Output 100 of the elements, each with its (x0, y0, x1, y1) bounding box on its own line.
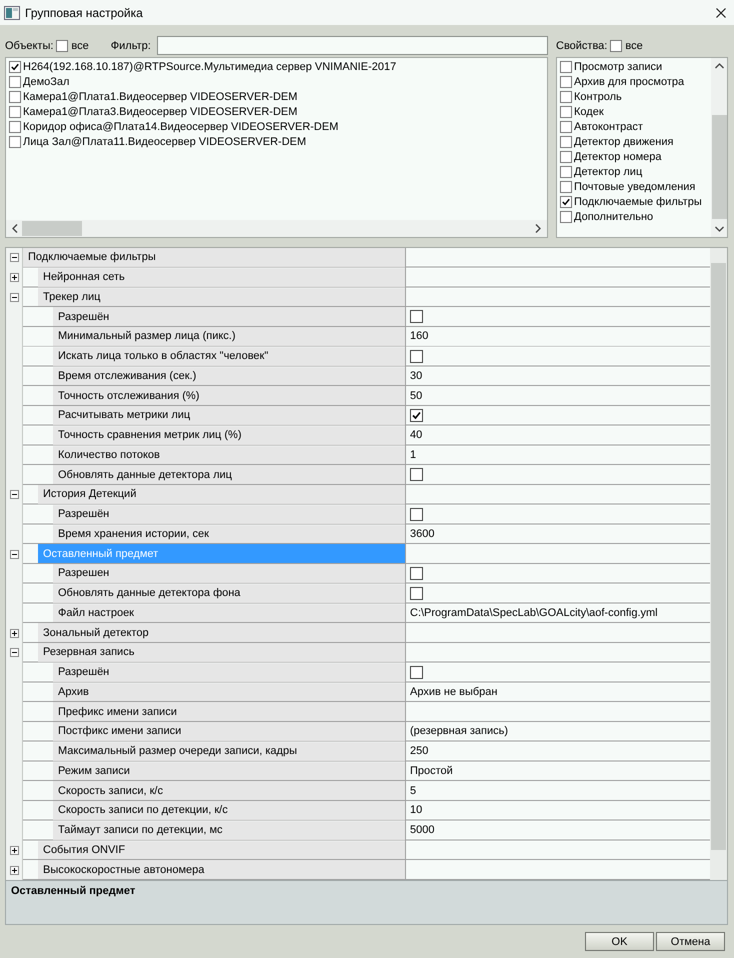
checkbox[interactable] (410, 586, 423, 600)
property-option[interactable]: Кодек (574, 106, 604, 118)
property-name[interactable]: Архив (53, 682, 405, 702)
checkbox[interactable] (410, 310, 423, 324)
minus-icon[interactable] (10, 550, 19, 559)
checkbox[interactable] (560, 196, 572, 208)
chevron-left-icon[interactable] (12, 224, 18, 233)
category-name[interactable]: Высокоскоростные автономера (38, 860, 405, 879)
checkbox[interactable] (9, 136, 21, 148)
category-name[interactable]: Нейронная сеть (38, 268, 405, 286)
checkbox[interactable] (410, 566, 423, 580)
property-value[interactable]: 160 (410, 330, 428, 342)
property-option[interactable]: Контроль (574, 90, 622, 102)
property-name[interactable]: Точность отслеживания (%) (53, 386, 405, 405)
property-name[interactable]: Режим записи (53, 762, 405, 780)
property-value[interactable]: 10 (410, 804, 422, 816)
checkbox[interactable] (610, 40, 622, 52)
object-name[interactable]: Коридор офиса@Плата14.Видеосервер VIDEOSERVER-DEM (23, 120, 338, 132)
vertical-scrollbar[interactable] (710, 248, 727, 880)
checkbox[interactable] (560, 210, 572, 222)
chevron-down-icon[interactable] (714, 226, 724, 232)
property-option[interactable]: Дополнительно (574, 210, 654, 222)
checkbox[interactable] (9, 60, 21, 72)
checkbox[interactable] (560, 76, 572, 88)
property-value[interactable]: 1 (410, 448, 416, 461)
property-name[interactable]: Количество потоков (53, 446, 405, 464)
property-option[interactable]: Детектор лиц (574, 166, 642, 178)
property-option[interactable]: Подключаемые фильтры (574, 196, 702, 208)
checkbox[interactable] (9, 106, 21, 118)
property-name[interactable]: Точность сравнения метрик лиц (%) (53, 426, 405, 444)
property-option[interactable]: Детектор движения (574, 136, 674, 148)
checkbox[interactable] (560, 60, 572, 72)
category-name[interactable]: Трекер лиц (38, 288, 405, 306)
property-name[interactable]: Разрешён (53, 662, 405, 682)
property-option[interactable]: Просмотр записи (574, 60, 662, 72)
property-name[interactable]: Файл настроек (53, 604, 405, 622)
plus-icon[interactable] (10, 628, 19, 638)
select-all-label[interactable]: все (625, 40, 643, 52)
property-value[interactable]: Архив не выбран (410, 686, 498, 698)
property-name[interactable]: Искать лица только в областях "человек" (53, 346, 405, 366)
object-name[interactable]: ДемоЗал (23, 76, 70, 88)
minus-icon[interactable] (10, 490, 19, 500)
object-name[interactable]: Лица Зал@Плата11.Видеосервер VIDEOSERVER-DEM (23, 136, 306, 148)
horizontal-scrollbar[interactable] (6, 220, 547, 237)
property-value[interactable]: (резервная запись) (410, 725, 508, 738)
object-name[interactable]: Камера1@Плата3.Видеосервер VIDEOSERVER-DEM (23, 106, 298, 118)
object-name[interactable]: Камера1@Плата1.Видеосервер VIDEOSERVER-DEM (23, 90, 298, 102)
category-name[interactable]: Резервная запись (38, 643, 405, 662)
property-value[interactable]: 5000 (410, 824, 434, 836)
minus-icon[interactable] (10, 253, 19, 262)
checkbox[interactable] (9, 90, 21, 102)
property-name[interactable]: Таймаут записи по детекции, мс (53, 820, 405, 840)
property-name[interactable]: Скорость записи по детекции, к/с (53, 801, 405, 820)
property-name[interactable]: Разрешен (53, 564, 405, 583)
property-value[interactable]: 30 (410, 370, 422, 382)
checkbox[interactable] (560, 106, 572, 118)
property-name[interactable]: Максимальный размер очереди записи, кадры (53, 742, 405, 760)
property-name[interactable]: Разрешён (53, 504, 405, 524)
property-name[interactable]: Постфикс имени записи (53, 722, 405, 741)
chevron-right-icon[interactable] (535, 224, 541, 233)
checkbox[interactable] (560, 180, 572, 192)
checkbox[interactable] (9, 76, 21, 88)
minus-icon[interactable] (10, 292, 19, 302)
property-name[interactable]: Префикс имени записи (53, 702, 405, 721)
filter-field[interactable] (156, 36, 548, 55)
chevron-up-icon[interactable] (714, 63, 724, 69)
checkbox[interactable] (410, 666, 423, 679)
property-value[interactable]: 5 (410, 784, 416, 797)
minus-icon[interactable] (10, 648, 19, 658)
property-value[interactable]: 40 (410, 429, 422, 442)
property-name[interactable]: Обновлять данные детектора фона (53, 584, 405, 602)
scrollbar-thumb[interactable] (22, 221, 82, 236)
object-name[interactable]: H264(192.168.10.187)@RTPSource.Мультимедиа сервер VNIMANIE-2017 (23, 60, 396, 72)
ok-button[interactable]: OK (585, 932, 654, 951)
property-name[interactable]: Обновлять данные детектора лиц (53, 465, 405, 484)
category-name[interactable]: Зональный детектор (38, 623, 405, 642)
property-name[interactable]: Время отслеживания (сек.) (53, 366, 405, 386)
category-name[interactable]: Подключаемые фильтры (23, 248, 405, 267)
property-name[interactable]: Минимальный размер лица (пикс.) (53, 327, 405, 346)
scrollbar-thumb[interactable] (711, 263, 726, 850)
checkbox[interactable] (560, 90, 572, 102)
close-icon[interactable] (716, 8, 726, 18)
plus-icon[interactable] (10, 866, 19, 875)
property-name[interactable]: Расчитывать метрики лиц (53, 406, 405, 425)
property-value[interactable]: 250 (410, 745, 428, 758)
checkbox[interactable] (560, 136, 572, 148)
vertical-scrollbar[interactable] (711, 58, 727, 237)
property-value[interactable]: 50 (410, 390, 422, 402)
property-option[interactable]: Детектор номера (574, 150, 662, 162)
checkbox[interactable] (410, 408, 423, 422)
property-name[interactable]: Время хранения истории, сек (53, 524, 405, 544)
checkbox[interactable] (560, 166, 572, 178)
property-option[interactable]: Автоконтраст (574, 120, 643, 132)
property-name[interactable]: Скорость записи, к/с (53, 781, 405, 800)
property-option[interactable]: Почтовые уведомления (574, 180, 696, 192)
checkbox[interactable] (560, 120, 572, 132)
select-all-label[interactable]: все (71, 40, 89, 52)
checkbox[interactable] (9, 120, 21, 132)
cancel-button[interactable]: Отмена (656, 932, 725, 951)
property-value[interactable]: Простой (410, 764, 453, 777)
